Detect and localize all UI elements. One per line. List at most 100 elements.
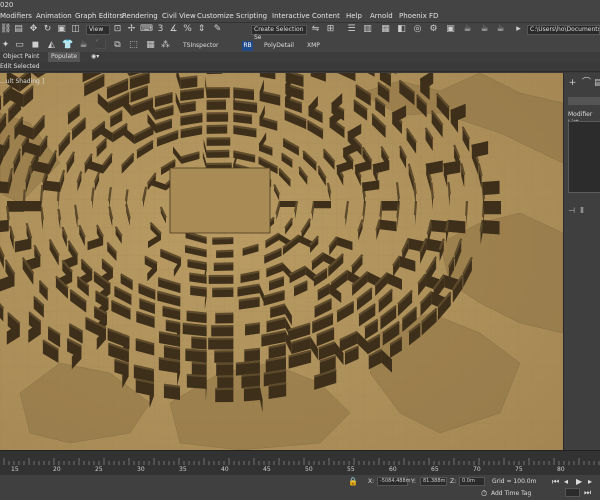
create-shape-icon[interactable]: ◭ bbox=[46, 40, 57, 51]
next-frame-icon[interactable]: ▸ bbox=[588, 477, 592, 486]
place-icon[interactable]: ◫ bbox=[70, 24, 81, 35]
rendered-frame-icon[interactable]: ▣ bbox=[445, 24, 456, 35]
menu-phoenix-fd[interactable]: Phoenix FD bbox=[399, 10, 438, 23]
maze-radial-wall bbox=[24, 201, 41, 212]
move-icon[interactable]: ✥ bbox=[28, 24, 39, 35]
schematic-view-icon[interactable]: ◧ bbox=[396, 24, 407, 35]
tab-populate[interactable]: Populate bbox=[48, 52, 81, 62]
edit-selected-label[interactable]: Edit Selected bbox=[0, 62, 40, 72]
menu-civil-view[interactable]: Civil View bbox=[162, 10, 196, 23]
paste-icon[interactable]: ⬚ bbox=[128, 40, 139, 51]
menu-rendering[interactable]: Rendering bbox=[122, 10, 158, 23]
viewport-icon[interactable]: ▭ bbox=[14, 40, 25, 51]
tab-object-paint[interactable]: Object Paint bbox=[0, 52, 42, 62]
xmp-button[interactable]: XMP bbox=[307, 41, 320, 51]
grid-icon[interactable]: ▦ bbox=[145, 40, 156, 51]
lock-selection-icon[interactable]: 🔒 bbox=[348, 477, 358, 486]
modifier-stack[interactable] bbox=[568, 121, 600, 193]
render-icon[interactable]: ☕ bbox=[462, 24, 473, 35]
keyboard-shortcut-icon[interactable]: ⌨ bbox=[140, 24, 153, 35]
maze-wall-top bbox=[243, 385, 261, 390]
percent-snap-icon[interactable]: % bbox=[182, 24, 193, 35]
maze-wall-top bbox=[216, 249, 234, 253]
time-tag-icon[interactable]: ⏱ bbox=[481, 489, 487, 498]
play-icon[interactable]: ▶ bbox=[576, 477, 582, 486]
curve-editor-icon[interactable]: ▦ bbox=[380, 24, 391, 35]
object-name-field[interactable] bbox=[568, 97, 600, 105]
copy-icon[interactable]: ⧉ bbox=[112, 40, 123, 51]
timeline-tick-label: 40 bbox=[221, 466, 229, 473]
current-frame-field[interactable] bbox=[565, 488, 580, 497]
snap-3d-icon[interactable]: 3 bbox=[155, 24, 166, 35]
menu-modifiers[interactable]: Modifiers bbox=[0, 10, 32, 23]
maze-wall-top bbox=[90, 187, 95, 202]
layer-explorer-icon[interactable]: ☰ bbox=[346, 24, 357, 35]
modify-tab-icon[interactable]: ⌒ bbox=[581, 78, 592, 89]
mirror-icon[interactable]: ⇋ bbox=[310, 24, 321, 35]
menu-help[interactable]: Help bbox=[346, 10, 362, 23]
polydetail-button[interactable]: PolyDetail bbox=[264, 41, 294, 51]
box-object-icon[interactable]: ◼ bbox=[30, 40, 41, 51]
menu-animation[interactable]: Animation bbox=[36, 10, 72, 23]
angle-snap-icon[interactable]: ∡ bbox=[168, 24, 179, 35]
maze-radial-wall bbox=[484, 201, 501, 215]
edit-named-selection-icon[interactable]: ✎ bbox=[212, 24, 223, 35]
render-setup-icon[interactable]: ⚙ bbox=[428, 24, 439, 35]
link-icon[interactable]: ⛓ bbox=[0, 24, 11, 35]
select-manipulate-icon[interactable]: ✢ bbox=[126, 24, 137, 35]
align-icon[interactable]: ⊞ bbox=[325, 24, 336, 35]
render-active-icon[interactable]: ☕ bbox=[495, 24, 506, 35]
spinner-snap-icon[interactable]: ⇕ bbox=[196, 24, 207, 35]
timeline-tick-label: 65 bbox=[431, 466, 439, 473]
create-tab-icon[interactable]: + bbox=[567, 78, 578, 89]
tshirt-icon[interactable]: 👕 bbox=[62, 40, 73, 51]
x-coordinate-field[interactable]: -5084.488m bbox=[377, 477, 411, 486]
menu-graph-editors[interactable]: Graph Editors bbox=[75, 10, 123, 23]
rotate-icon[interactable]: ↻ bbox=[42, 24, 53, 35]
menu-customize[interactable]: Customize bbox=[197, 10, 234, 23]
pin-stack-icon[interactable]: ⊣ bbox=[568, 206, 575, 215]
project-folder-icon[interactable]: ▸ bbox=[513, 24, 524, 35]
teapot-icon[interactable]: ☕ bbox=[78, 40, 89, 51]
maze-wall-top bbox=[39, 184, 44, 202]
tsinspector-button[interactable]: TSInspector bbox=[183, 41, 218, 51]
key-mode-icon[interactable]: ⏭ bbox=[584, 488, 591, 497]
maze-wall-top bbox=[447, 181, 451, 195]
hierarchy-tab-icon[interactable]: ▤ bbox=[593, 78, 600, 89]
scale-icon[interactable]: ▣ bbox=[56, 24, 67, 35]
rb-button[interactable]: RB bbox=[242, 41, 253, 51]
x-label: X: bbox=[368, 478, 375, 485]
maze-radial-wall bbox=[7, 201, 24, 212]
render-iterative-icon[interactable]: ☕ bbox=[479, 24, 490, 35]
scatter-icon[interactable]: ⁂ bbox=[160, 40, 171, 51]
cube-icon[interactable]: ⬛ bbox=[95, 40, 106, 51]
view-dropdown[interactable]: View bbox=[86, 25, 110, 35]
menu-content[interactable]: Content bbox=[312, 10, 340, 23]
y-label: Y: bbox=[411, 478, 416, 485]
ribbon-options-icon[interactable]: ◉▾ bbox=[88, 52, 102, 62]
timeline-tick-label: 75 bbox=[515, 466, 523, 473]
select-icon[interactable]: ▤ bbox=[13, 24, 24, 35]
timeline-tick-label: 80 bbox=[557, 466, 565, 473]
menu-scripting[interactable]: Scripting bbox=[236, 10, 267, 23]
project-path-field[interactable]: C:\Users\ho\Documents\3ds M bbox=[527, 25, 600, 35]
snap-toggle-icon[interactable]: ✦ bbox=[0, 40, 11, 51]
z-coordinate-field[interactable]: 0.0m bbox=[459, 477, 485, 486]
pivot-icon[interactable]: ⊡ bbox=[112, 24, 123, 35]
selection-set-dropdown[interactable]: Create Selection Se bbox=[251, 25, 307, 41]
perspective-viewport[interactable]: ...ult Shading ] bbox=[0, 73, 563, 450]
toggle-ribbon-icon[interactable]: ▥ bbox=[362, 24, 373, 35]
menu-interactive[interactable]: Interactive bbox=[272, 10, 310, 23]
viewport-label[interactable]: ...ult Shading ] bbox=[0, 78, 44, 86]
y-coordinate-field[interactable]: 81.388m bbox=[420, 477, 447, 486]
show-end-result-icon[interactable]: Ⅱ bbox=[580, 206, 584, 215]
maze-wall-top bbox=[465, 200, 469, 216]
maze-wall-top bbox=[124, 189, 129, 202]
menu-arnold[interactable]: Arnold bbox=[370, 10, 393, 23]
material-editor-icon[interactable]: ◎ bbox=[412, 24, 423, 35]
previous-frame-icon[interactable]: ◂ bbox=[564, 477, 568, 486]
grid-size-label: Grid = 100.0m bbox=[492, 478, 537, 485]
go-to-start-icon[interactable]: ⏮ bbox=[552, 477, 559, 486]
add-time-tag-button[interactable]: Add Time Tag bbox=[491, 489, 531, 498]
maze-radial-wall bbox=[482, 180, 500, 196]
